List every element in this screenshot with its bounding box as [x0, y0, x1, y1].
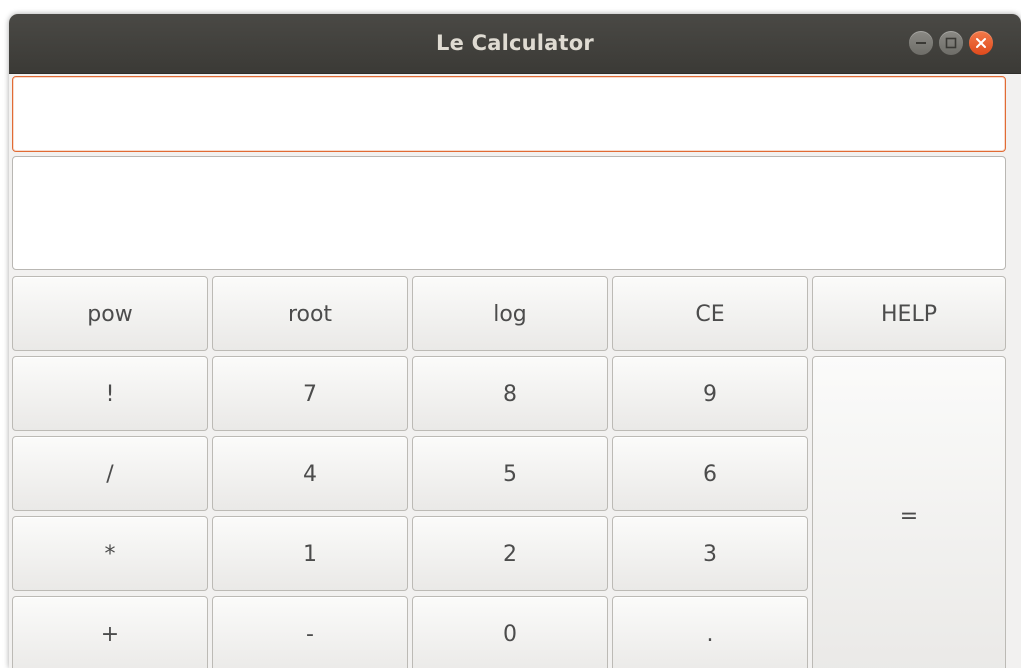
root-label: root — [287, 302, 333, 327]
divide-button[interactable]: / — [12, 436, 208, 511]
digit-8-button[interactable]: 8 — [412, 356, 608, 431]
expression-input[interactable] — [12, 76, 1006, 152]
digit-8-label: 8 — [503, 382, 517, 407]
clear-entry-label: CE — [695, 302, 725, 327]
digit-6-label: 6 — [703, 462, 717, 487]
digit-2-label: 2 — [503, 542, 517, 567]
minimize-icon — [916, 42, 926, 44]
multiply-button[interactable]: * — [12, 516, 208, 591]
decimal-label: . — [706, 622, 714, 647]
digit-0-button[interactable]: 0 — [412, 596, 608, 668]
close-button[interactable] — [969, 31, 993, 55]
decimal-button[interactable]: . — [612, 596, 808, 668]
digit-1-button[interactable]: 1 — [212, 516, 408, 591]
help-button[interactable]: HELP — [812, 276, 1006, 351]
factorial-button[interactable]: ! — [12, 356, 208, 431]
digit-3-label: 3 — [703, 542, 717, 567]
equals-label: = — [899, 504, 919, 529]
window-title: Le Calculator — [436, 31, 594, 55]
digit-9-button[interactable]: 9 — [612, 356, 808, 431]
digit-3-button[interactable]: 3 — [612, 516, 808, 591]
title-bar[interactable]: Le Calculator — [9, 14, 1021, 74]
help-label: HELP — [881, 302, 937, 327]
close-icon — [976, 38, 986, 48]
digit-5-button[interactable]: 5 — [412, 436, 608, 511]
digit-2-button[interactable]: 2 — [412, 516, 608, 591]
pow-label: pow — [87, 302, 133, 327]
calculator-window: Le Calculator pow root log CE HELP ! 7 8 — [9, 14, 1021, 668]
log-label: log — [493, 302, 527, 327]
digit-0-label: 0 — [503, 622, 517, 647]
digit-7-label: 7 — [303, 382, 317, 407]
factorial-label: ! — [105, 382, 115, 407]
result-display[interactable] — [12, 156, 1006, 270]
maximize-button[interactable] — [939, 31, 963, 55]
digit-4-label: 4 — [303, 462, 317, 487]
log-button[interactable]: log — [412, 276, 608, 351]
multiply-label: * — [104, 542, 116, 567]
digit-9-label: 9 — [703, 382, 717, 407]
digit-4-button[interactable]: 4 — [212, 436, 408, 511]
root-button[interactable]: root — [212, 276, 408, 351]
digit-5-label: 5 — [503, 462, 517, 487]
clear-entry-button[interactable]: CE — [612, 276, 808, 351]
divide-label: / — [106, 462, 114, 487]
maximize-icon — [945, 37, 957, 49]
plus-button[interactable]: + — [12, 596, 208, 668]
digit-6-button[interactable]: 6 — [612, 436, 808, 511]
pow-button[interactable]: pow — [12, 276, 208, 351]
minus-button[interactable]: - — [212, 596, 408, 668]
digit-7-button[interactable]: 7 — [212, 356, 408, 431]
calculator-body: pow root log CE HELP ! 7 8 9 = / 4 5 6 *… — [9, 73, 1021, 668]
digit-1-label: 1 — [303, 542, 317, 567]
minimize-button[interactable] — [909, 31, 933, 55]
equals-button[interactable]: = — [812, 356, 1006, 668]
minus-label: - — [306, 622, 314, 647]
plus-label: + — [100, 622, 120, 647]
